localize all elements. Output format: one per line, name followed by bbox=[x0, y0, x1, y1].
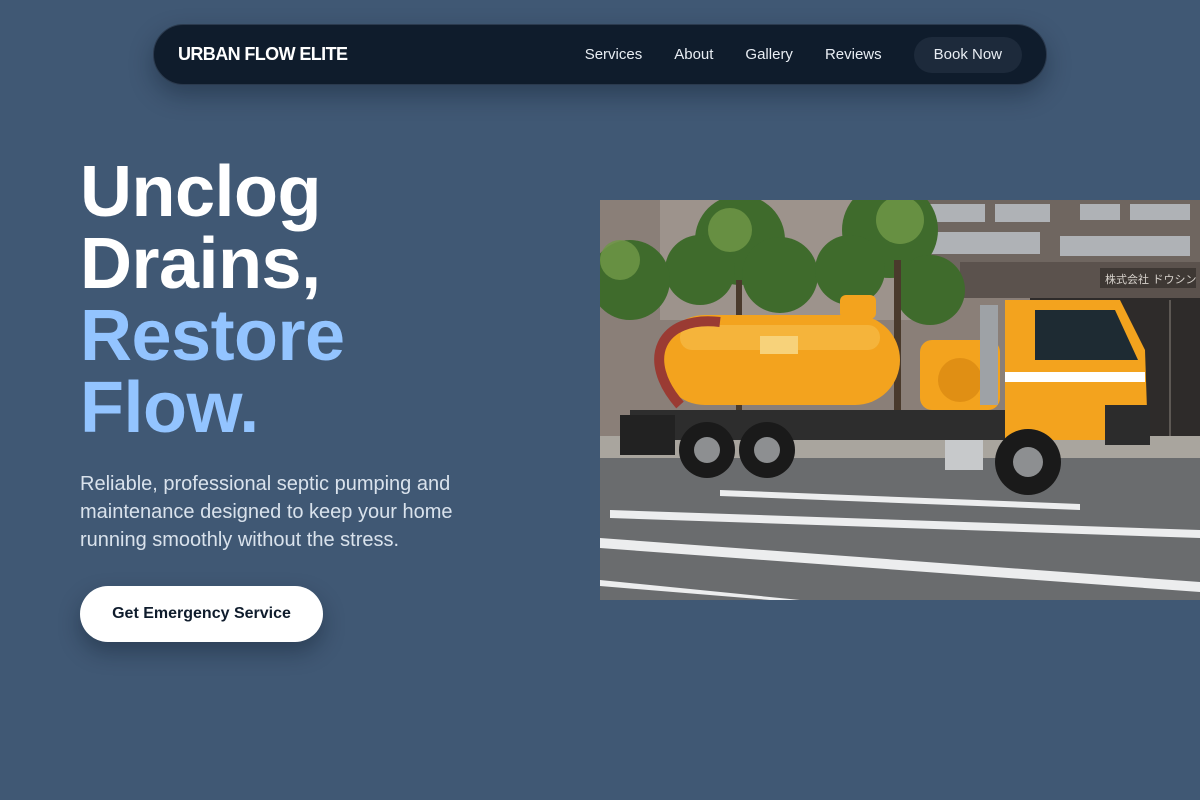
navbar: URBAN FLOW ELITE Services About Gallery … bbox=[153, 24, 1047, 85]
hero-image: 株式会社 ドウシン bbox=[600, 200, 1200, 600]
nav-link-services[interactable]: Services bbox=[585, 46, 643, 63]
nav-links: Services About Gallery Reviews Book Now bbox=[585, 36, 1022, 73]
hero-title: Unclog Drains, Restore Flow. bbox=[80, 156, 345, 444]
book-now-button[interactable]: Book Now bbox=[913, 36, 1022, 73]
nav-link-reviews[interactable]: Reviews bbox=[825, 46, 882, 63]
nav-link-gallery[interactable]: Gallery bbox=[745, 46, 793, 63]
svg-text:株式会社 ドウシン: 株式会社 ドウシン bbox=[1105, 272, 1197, 286]
emergency-service-button[interactable]: Get Emergency Service bbox=[80, 586, 323, 642]
nav-link-about[interactable]: About bbox=[674, 46, 713, 63]
hero-title-accent-line-1: Restore bbox=[80, 296, 345, 376]
hero-title-accent-line-2: Flow. bbox=[80, 368, 259, 448]
hero-title-line-2: Drains, bbox=[80, 224, 321, 304]
hero-title-line-1: Unclog bbox=[80, 152, 321, 232]
brand-logo[interactable]: URBAN FLOW ELITE bbox=[178, 44, 348, 65]
hero-subtitle: Reliable, professional septic pumping an… bbox=[80, 473, 453, 551]
